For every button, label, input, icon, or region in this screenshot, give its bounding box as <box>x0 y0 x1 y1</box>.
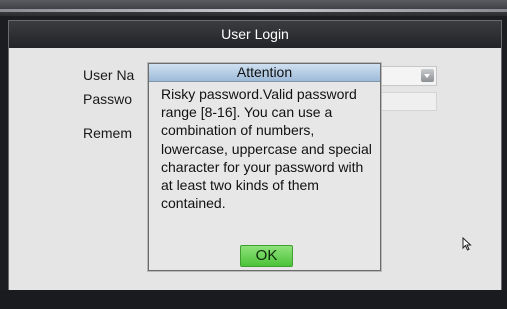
login-title: User Login <box>9 21 501 48</box>
password-label: Passwo <box>83 91 133 107</box>
chevron-down-icon[interactable] <box>421 69 434 82</box>
attention-dialog: Attention Risky password.Valid password … <box>148 63 381 271</box>
dialog-title: Attention <box>149 64 380 82</box>
remember-label: Remem <box>83 125 133 141</box>
screen-top-strip <box>0 0 507 16</box>
dialog-message: Risky password.Valid password range [8-1… <box>161 86 372 212</box>
ok-button[interactable]: OK <box>240 245 293 267</box>
username-label: User Na <box>83 67 135 83</box>
mouse-pointer-icon <box>462 236 472 256</box>
screen-highlight <box>0 9 507 12</box>
screen-bottom <box>0 290 507 309</box>
